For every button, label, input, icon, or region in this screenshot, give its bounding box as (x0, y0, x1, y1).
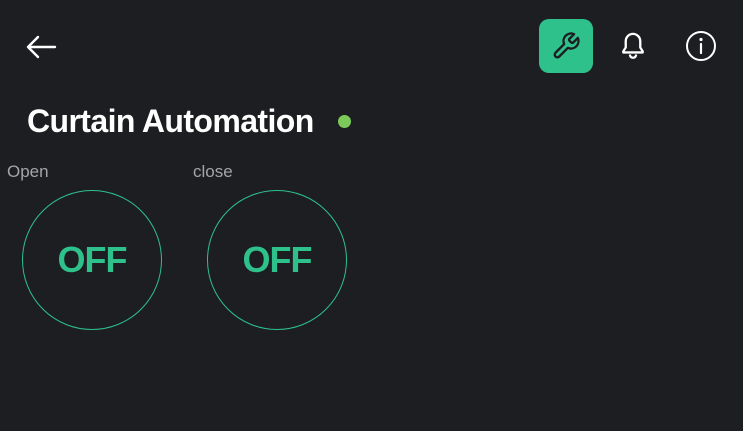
info-icon (686, 31, 716, 61)
notifications-button[interactable] (612, 26, 654, 66)
wrench-icon (553, 32, 580, 59)
open-switch-button[interactable]: OFF (22, 190, 162, 330)
widget-open: Open OFF (7, 160, 162, 340)
device-settings-button[interactable] (539, 19, 593, 73)
info-button[interactable] (680, 26, 722, 66)
status-indicator (338, 115, 351, 128)
page-title: Curtain Automation (27, 103, 314, 139)
widget-close: close OFF (193, 160, 347, 340)
arrow-left-icon (26, 35, 57, 59)
widget-label-close: close (193, 162, 233, 181)
switch-state-text: OFF (57, 239, 128, 280)
back-button[interactable] (20, 27, 62, 67)
widget-label-open: Open (7, 162, 49, 181)
switch-state-text: OFF (242, 239, 313, 280)
close-switch-button[interactable]: OFF (207, 190, 347, 330)
bell-icon (622, 32, 644, 59)
